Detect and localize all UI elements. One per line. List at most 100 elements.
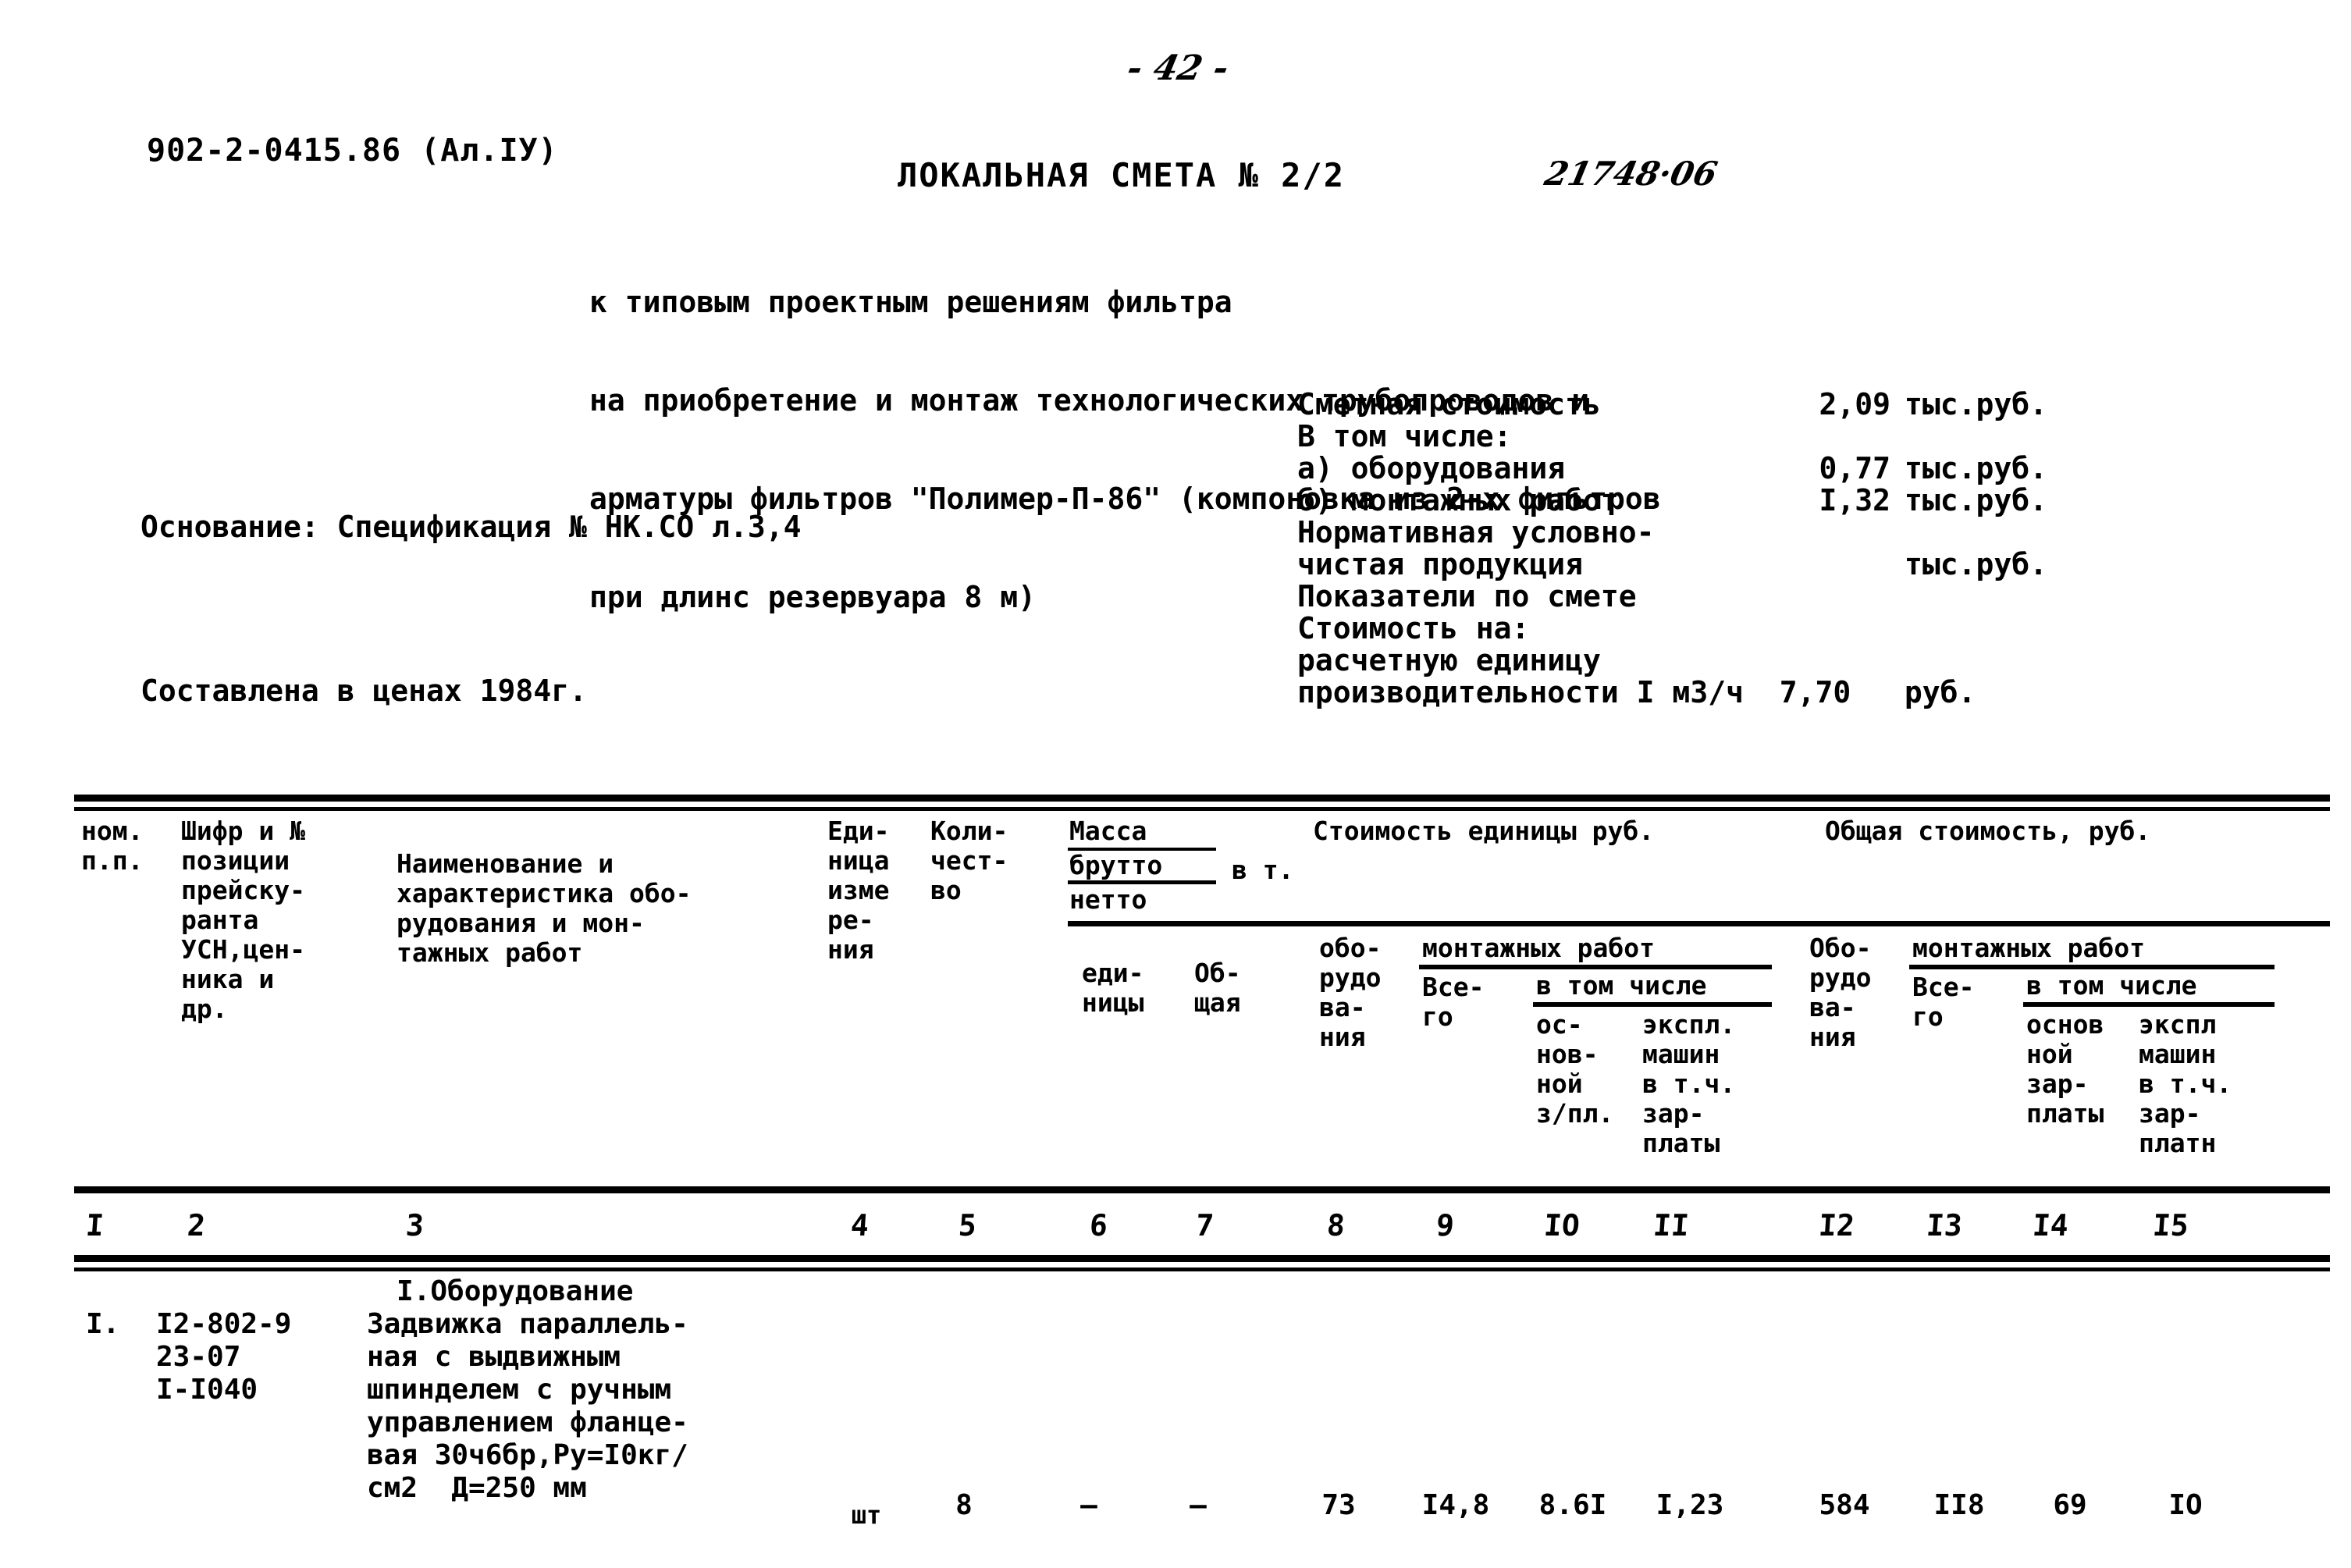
column-number-15: I5 bbox=[2151, 1208, 2190, 1243]
summary-value bbox=[1734, 421, 1890, 453]
estimate-reference-number: 21748·06 bbox=[1541, 155, 1721, 193]
summary-unit: тыс.руб. bbox=[1905, 483, 2048, 517]
summary-label: Стоимость на: bbox=[1297, 611, 1530, 645]
summary-label: расчетную единицу bbox=[1297, 643, 1601, 677]
summary-unit bbox=[1890, 421, 1905, 453]
basis-block: Основание: Спецификация № НК.СО л.3,4 Со… bbox=[140, 390, 801, 827]
header-unit-cost-group: Стоимость единицы руб. bbox=[1313, 816, 1655, 846]
summary-unit: тыс.руб. bbox=[1905, 547, 2048, 581]
header-total-cost-group: Общая стоимость, руб. bbox=[1825, 816, 2151, 846]
document-page: - 42 - 902-2-0415.86 (Ал.IУ) ЛОКАЛЬНАЯ С… bbox=[0, 0, 2351, 1568]
header-col-9: Все- го bbox=[1422, 972, 1485, 1032]
summary-value: I,32 bbox=[1819, 483, 1890, 517]
summary-label: Нормативная условно- bbox=[1297, 515, 1655, 549]
summary-label: производительности I м3/ч 7,70 руб. bbox=[1297, 675, 1976, 709]
table-numbers-bottom-rule-2 bbox=[74, 1268, 2330, 1271]
row-montazh-unit-total: I4,8 bbox=[1421, 1489, 1490, 1521]
header-col-5: Коли- чест- во bbox=[930, 816, 1008, 905]
montazh-left-rule bbox=[1419, 965, 1772, 969]
column-number-6: 6 bbox=[1088, 1208, 1109, 1243]
document-code: 902-2-0415.86 (Ал.IУ) bbox=[147, 133, 558, 169]
row-mass-total: – bbox=[1190, 1489, 1207, 1521]
table-numbers-bottom-rule bbox=[74, 1255, 2330, 1262]
summary-label: б) монтажных работ bbox=[1297, 483, 1619, 517]
column-number-7: 7 bbox=[1194, 1208, 1215, 1243]
summary-unit bbox=[1890, 517, 1905, 549]
column-number-13: I3 bbox=[1925, 1208, 1964, 1243]
row-montazh-unit-machines: I,23 bbox=[1656, 1489, 1724, 1521]
summary-value bbox=[1734, 549, 1890, 581]
header-col-14: основ ной зар- платы bbox=[2026, 1009, 2104, 1129]
page-title: ЛОКАЛЬНАЯ СМЕТА № 2/2 bbox=[898, 156, 1346, 194]
column-number-2: 2 bbox=[186, 1208, 207, 1243]
header-vtch-right: в том числе bbox=[2026, 970, 2197, 1001]
summary-unit bbox=[1890, 645, 1905, 677]
summary-value bbox=[1734, 581, 1890, 613]
summary-label: а) оборудования bbox=[1297, 451, 1566, 485]
header-col-8: обо- рудо ва- ния bbox=[1319, 933, 1382, 1052]
row-mass-unit: – bbox=[1080, 1489, 1097, 1521]
header-vtch-left: в том числе bbox=[1536, 970, 1707, 1001]
table-top-rule-2 bbox=[74, 807, 2330, 811]
summary-value: 2,09 bbox=[1819, 387, 1890, 421]
row-montazh-total-machines: IO bbox=[2168, 1489, 2203, 1521]
summary-row: Нормативная условно- bbox=[1297, 517, 2047, 549]
summary-label: В том числе: bbox=[1297, 419, 1512, 453]
basis-price-year: Составлена в ценах 1984г. bbox=[140, 674, 587, 708]
row-price-code: I2-802-9 23-07 I-I040 bbox=[156, 1308, 292, 1406]
column-number-3: 3 bbox=[404, 1208, 425, 1243]
column-number-4: 4 bbox=[849, 1208, 870, 1243]
row-number: I. bbox=[86, 1308, 120, 1340]
basis-specification: Основание: Спецификация № НК.СО л.3,4 bbox=[140, 510, 802, 544]
summary-row: б) монтажных работ I,32 тыс.руб. bbox=[1297, 485, 2047, 517]
column-number-12: I2 bbox=[1817, 1208, 1856, 1243]
row-montazh-unit-base: 8.6I bbox=[1538, 1489, 1607, 1521]
row-montazh-total-base: 69 bbox=[2053, 1489, 2087, 1521]
header-col-1: ном. п.п. bbox=[81, 816, 144, 876]
summary-row: В том числе: bbox=[1297, 421, 2047, 453]
header-mass-units: в т. bbox=[1232, 855, 1294, 885]
header-col-6: еди- ницы bbox=[1082, 958, 1144, 1018]
header-col-4: Еди- ница изме ре- ния bbox=[827, 816, 890, 965]
column-number-5: 5 bbox=[957, 1208, 978, 1243]
row-equipment-total-cost: 584 bbox=[1819, 1489, 1870, 1521]
header-col-10: ос- нов- ной з/пл. bbox=[1536, 1009, 1614, 1129]
subtitle-line-1: к типовым проектным решениям фильтра bbox=[589, 285, 1232, 319]
header-col-13: Все- го bbox=[1912, 972, 1975, 1032]
summary-label: чистая продукция bbox=[1297, 547, 1584, 581]
summary-row: чистая продукция тыс.руб. bbox=[1297, 549, 2047, 581]
summary-unit: тыс.руб. bbox=[1905, 387, 2048, 421]
summary-row: а) оборудования 0,77 тыс.руб. bbox=[1297, 453, 2047, 485]
summary-label: Сметная стоимость bbox=[1297, 387, 1601, 421]
column-number-10: IO bbox=[1542, 1208, 1581, 1243]
group-separator-rule bbox=[1068, 921, 2330, 926]
column-number-11: II bbox=[1652, 1208, 1691, 1243]
column-number-8: 8 bbox=[1325, 1208, 1346, 1243]
summary-row: производительности I м3/ч 7,70 руб. bbox=[1297, 677, 2047, 709]
montazh-right-rule bbox=[1909, 965, 2275, 969]
summary-row: Сметная стоимость 2,09 тыс.руб. bbox=[1297, 389, 2047, 421]
row-unit: шт bbox=[851, 1500, 882, 1530]
summary-value bbox=[1734, 517, 1890, 549]
summary-unit: тыс.руб. bbox=[1905, 451, 2048, 485]
header-col-2: Шифр и № позиции прейску- ранта УСН,цен-… bbox=[181, 816, 305, 1024]
column-number-9: 9 bbox=[1435, 1208, 1456, 1243]
row-equipment-unit-cost: 73 bbox=[1321, 1489, 1356, 1521]
column-number-1: I bbox=[84, 1208, 105, 1243]
table-top-rule bbox=[74, 795, 2330, 802]
header-mass-group: Масса bbox=[1069, 816, 1147, 846]
table-numbers-top-rule bbox=[74, 1186, 2330, 1193]
summary-row: расчетную единицу bbox=[1297, 645, 2047, 677]
header-col-3: Наименование и характеристика обо- рудов… bbox=[397, 848, 692, 968]
summary-row: Показатели по смете bbox=[1297, 581, 2047, 613]
vtch-left-rule bbox=[1533, 1002, 1772, 1007]
summary-value bbox=[1734, 613, 1890, 645]
row-quantity: 8 bbox=[955, 1489, 973, 1521]
vtch-right-rule bbox=[2023, 1002, 2275, 1007]
summary-value: 0,77 bbox=[1819, 451, 1890, 485]
header-col-12: Обо- рудо ва- ния bbox=[1809, 933, 1872, 1052]
section-title: I.Оборудование bbox=[397, 1275, 634, 1307]
column-number-14: I4 bbox=[2031, 1208, 2070, 1243]
row-montazh-total: II8 bbox=[1933, 1489, 1985, 1521]
header-col-7: Об- щая bbox=[1194, 958, 1241, 1018]
